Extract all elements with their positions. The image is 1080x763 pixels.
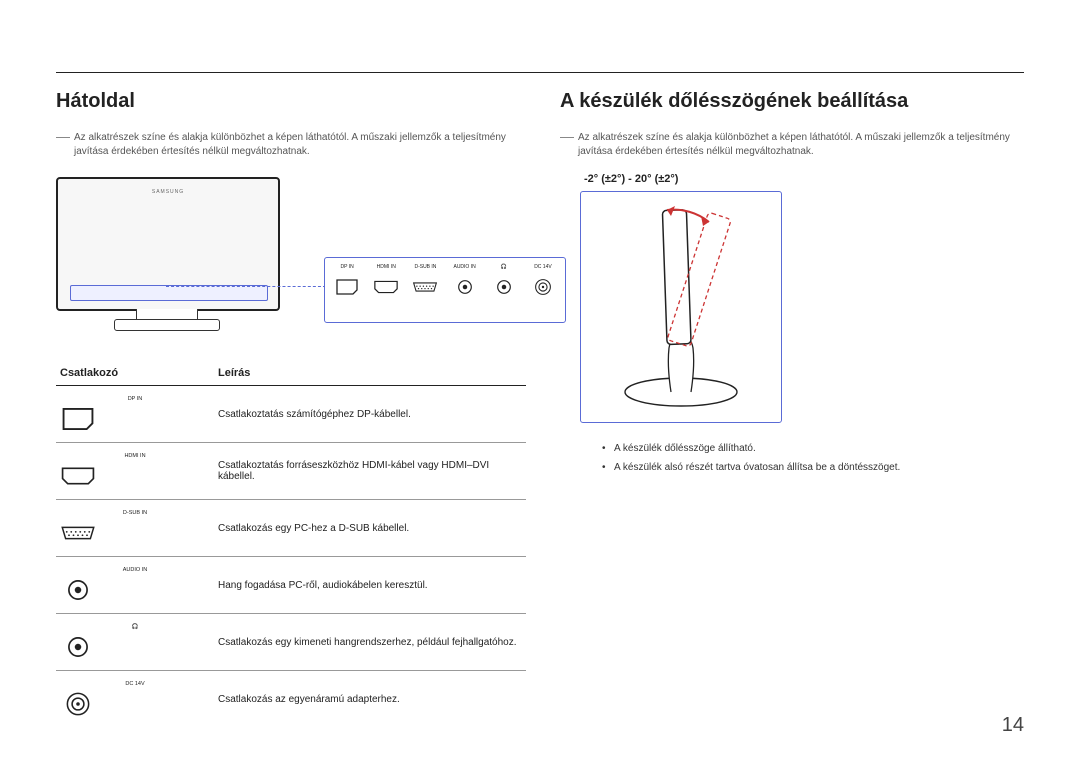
panel-port-dp: DP IN xyxy=(329,262,365,318)
table-cell-description: Hang fogadása PC-ről, audiokábelen keres… xyxy=(214,557,526,614)
table-row: D-SUB IN Csatlakozás egy PC-hez a D-SUB … xyxy=(56,500,526,557)
table-cell-description: Csatlakozás az egyenáramú adapterhez. xyxy=(214,671,526,728)
left-heading: Hátoldal xyxy=(56,90,526,113)
panel-port-hdmi: HDMI IN xyxy=(368,262,404,318)
table-header-connector: Csatlakozó xyxy=(56,361,214,386)
rule-top xyxy=(56,72,1024,73)
panel-port-jack: 🎧 xyxy=(486,262,522,318)
tilt-figure-box xyxy=(580,191,782,423)
table-header-description: Leírás xyxy=(214,361,526,386)
left-note: Az alkatrészek színe és alakja különbözh… xyxy=(56,131,526,159)
table-row: AUDIO IN Hang fogadása PC-ről, audiokábe… xyxy=(56,557,526,614)
table-cell-description: Csatlakoztatás forráseszközhöz HDMI-kábe… xyxy=(214,443,526,500)
page-number: 14 xyxy=(1002,714,1024,737)
table-row: DC 14V Csatlakozás az egyenáramú adapter… xyxy=(56,671,526,728)
table-cell-description: Csatlakozás egy PC-hez a D-SUB kábellel. xyxy=(214,500,526,557)
list-item: A készülék dőlésszöge állítható. xyxy=(600,443,1030,454)
panel-port-dc: DC 14V xyxy=(525,262,561,318)
port-table: Csatlakozó Leírás DP IN Csatlakoztatás s… xyxy=(56,361,526,727)
tilt-angle-label: -2° (±2°) - 20° (±2°) xyxy=(584,173,780,185)
right-note: Az alkatrészek színe és alakja különbözh… xyxy=(560,131,1030,159)
table-cell-description: Csatlakozás egy kimeneti hangrendszerhez… xyxy=(214,614,526,671)
table-row: HDMI IN Csatlakoztatás forráseszközhöz H… xyxy=(56,443,526,500)
panel-port-jack: AUDIO IN xyxy=(447,262,483,318)
list-item: A készülék alsó részét tartva óvatosan á… xyxy=(600,462,1030,473)
port-panel-callout: DP INHDMI IND-SUB INAUDIO IN🎧DC 14V xyxy=(324,257,566,323)
brand-label: SAMSUNG xyxy=(58,189,278,195)
panel-port-dsub: D-SUB IN xyxy=(407,262,443,318)
table-row: 🎧 Csatlakozás egy kimeneti hangrendszerh… xyxy=(56,614,526,671)
table-cell-description: Csatlakoztatás számítógéphez DP-kábellel… xyxy=(214,386,526,443)
table-row: DP IN Csatlakoztatás számítógéphez DP-ká… xyxy=(56,386,526,443)
tilt-bullet-list: A készülék dőlésszöge állítható. A készül… xyxy=(560,443,1030,473)
rear-view-figure: SAMSUNG DP INHDMI IND-SUB INAUDIO IN🎧DC … xyxy=(56,173,526,343)
right-heading: A készülék dőlésszögének beállítása xyxy=(560,90,1030,113)
